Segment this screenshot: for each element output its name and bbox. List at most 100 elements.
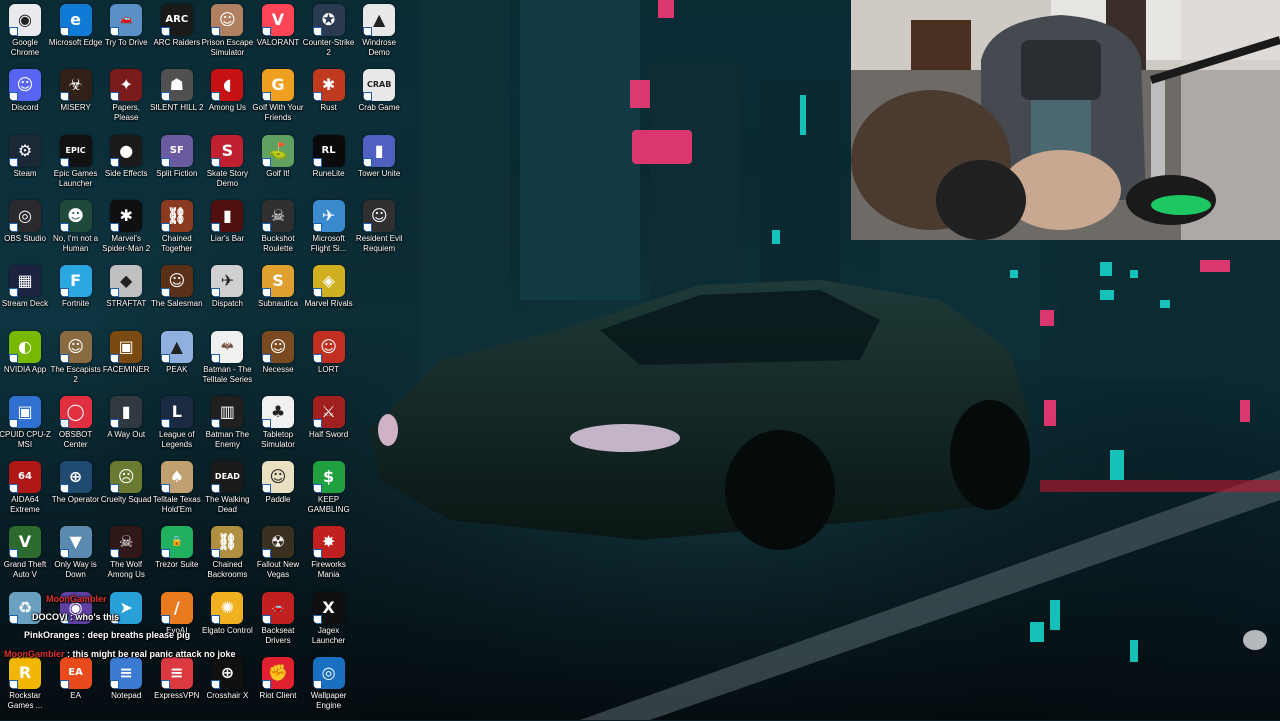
- desktop-shortcut-side-effects[interactable]: ● Side Effects: [101, 134, 151, 199]
- desktop-shortcut-liar-s-bar[interactable]: ▮ Liar's Bar: [202, 199, 252, 264]
- desktop-shortcut-keep-gambling[interactable]: $ KEEP GAMBLING: [304, 461, 354, 525]
- desktop-shortcut-wallpaper-engine[interactable]: ◎ Wallpaper Engine: [304, 657, 354, 721]
- desktop-shortcut-buckshot-roulette[interactable]: ☠ Buckshot Roulette: [253, 199, 303, 264]
- desktop-shortcut-batman-the-enemy[interactable]: ▥ Batman The Enemy: [202, 395, 252, 460]
- desktop-shortcut-league-of-legends[interactable]: L League of Legends: [152, 395, 202, 460]
- desktop-shortcut-label: OBSBOT Center: [58, 429, 93, 449]
- desktop-shortcut-the-salesman[interactable]: ☺ The Salesman: [151, 265, 203, 329]
- desktop-shortcut-the-escapists-2[interactable]: ☺ The Escapists 2: [50, 330, 101, 395]
- desktop-shortcut-trezor-suite[interactable]: 🔒 Trezor Suite: [152, 526, 202, 590]
- desktop-shortcut-dispatch[interactable]: ✈ Dispatch: [202, 265, 252, 329]
- desktop-shortcut-label: Papers, Please: [112, 103, 140, 123]
- desktop-shortcut-label: MISERY: [60, 103, 91, 113]
- desktop-shortcut-cpuid-cpu-z-msi[interactable]: ▣ CPUID CPU-Z MSI: [0, 395, 51, 460]
- desktop-shortcut-obs-studio[interactable]: ◎ OBS Studio: [0, 199, 50, 264]
- desktop-shortcut-fallout-new-vegas[interactable]: ☢ Fallout New Vegas: [253, 526, 303, 590]
- desktop-shortcut-chained-together[interactable]: ⛓ Chained Together: [152, 199, 202, 264]
- desktop-shortcut-tabletop-simulator[interactable]: ♣ Tabletop Simulator: [253, 395, 303, 460]
- desktop-shortcut-papers-please[interactable]: ✦ Papers, Please: [101, 69, 151, 133]
- desktop-shortcut-chained-backrooms[interactable]: ⛓ Chained Backrooms: [202, 526, 252, 590]
- desktop-shortcut-subnautica[interactable]: S Subnautica: [253, 265, 303, 329]
- desktop-shortcut-notepad[interactable]: ≡ Notepad: [101, 657, 151, 721]
- desktop-shortcut-label: Subnautica: [257, 299, 299, 309]
- desktop-shortcut-steam[interactable]: ⚙ Steam: [0, 134, 50, 199]
- desktop-shortcut-misery[interactable]: ☣ MISERY: [51, 69, 101, 133]
- desktop-shortcut-stream-deck[interactable]: ▦ Stream Deck: [0, 265, 50, 329]
- desktop-shortcut-split-fiction[interactable]: SF Split Fiction: [152, 134, 202, 199]
- telltale-texas-icon: ♠: [160, 461, 193, 494]
- desktop-shortcut-counter-strike-2[interactable]: ✪ Counter-Strike 2: [302, 4, 355, 68]
- desktop-shortcut-ea[interactable]: EA EA: [51, 657, 101, 721]
- desktop-shortcut-label: Microsoft Edge: [48, 38, 103, 47]
- desktop-shortcut-arc-raiders[interactable]: ARC ARC Raiders: [152, 4, 202, 68]
- obsbot-icon: ◯: [59, 395, 92, 428]
- chat-username: PinkOranges: [24, 630, 80, 640]
- desktop-shortcut-resident-evil-requiem[interactable]: ☺ Resident Evil Requiem: [354, 199, 404, 264]
- desktop-shortcut-fortnite[interactable]: F Fortnite: [51, 265, 101, 329]
- golf-friends-icon: G: [262, 69, 294, 102]
- desktop-shortcut-expressvpn[interactable]: ≡ ExpressVPN: [152, 657, 202, 721]
- desktop-shortcut-try-to-drive[interactable]: 🚗 Try To Drive: [101, 4, 151, 68]
- desktop-shortcut-fireworks-mania[interactable]: ✸ Fireworks Mania: [304, 526, 354, 590]
- desktop-shortcut-skate-story-demo[interactable]: S Skate Story Demo: [202, 134, 252, 199]
- desktop-shortcut-golf-with-your-friends[interactable]: G Golf With Your Friends: [252, 69, 304, 133]
- subnautica-icon: S: [262, 265, 294, 298]
- desktop-shortcut-microsoft-edge[interactable]: e Microsoft Edge: [48, 4, 103, 68]
- desktop-shortcut-label: Chained Together: [161, 233, 193, 253]
- desktop-shortcut-the-operator[interactable]: ⊕ The Operator: [51, 461, 101, 525]
- desktop-shortcut-lort[interactable]: ☺ LORT: [304, 330, 354, 395]
- desktop-shortcut-necesse[interactable]: ☺ Necesse: [253, 330, 303, 395]
- desktop-shortcut-label: Batman The Enemy: [205, 429, 250, 449]
- desktop-shortcut-label: AIDA64 Extreme: [10, 495, 40, 515]
- desktop-shortcut-no-i-m-not-a-human[interactable]: ☻ No, I'm not a Human: [51, 199, 101, 264]
- steam-icon: ⚙: [9, 134, 41, 167]
- desktop-shortcut-telltale-texas-hold-em[interactable]: ♠ Telltale Texas Hold'Em: [152, 461, 202, 525]
- desktop-shortcut-straftat[interactable]: ◆ STRAFTAT: [101, 265, 151, 329]
- desktop-shortcut-the-walking-dead[interactable]: DEAD The Walking Dead: [202, 461, 252, 525]
- desktop-shortcut-runelite[interactable]: RL RuneLite: [304, 134, 354, 199]
- cruelty-squad-icon: ☹: [110, 461, 143, 494]
- desktop-shortcut-only-way-is-down[interactable]: ▼ Only Way is Down: [51, 526, 101, 590]
- silent-hill-icon: ☗: [160, 69, 193, 102]
- desktop-shortcut-batman-the-telltale-series[interactable]: 🦇 Batman - The Telltale Series: [202, 330, 252, 395]
- desktop-shortcut-faceminer[interactable]: ▣ FACEMINER: [101, 330, 151, 395]
- desktop-shortcut-rockstar-games[interactable]: R Rockstar Games ...: [0, 657, 50, 721]
- desktop-shortcut-half-sword[interactable]: ⚔ Half Sword: [304, 395, 354, 460]
- desktop-shortcut-peak[interactable]: ▲ PEAK: [152, 330, 202, 395]
- desktop-shortcut-among-us[interactable]: ◖ Among Us: [202, 69, 252, 133]
- desktop-shortcut-marvel-rivals[interactable]: ◈ Marvel Rivals: [304, 265, 354, 329]
- desktop-shortcut-cruelty-squad[interactable]: ☹ Cruelty Squad: [101, 461, 152, 525]
- chat-message: MoonGambler : this might be real panic a…: [4, 649, 236, 660]
- desktop-shortcut-crosshair-x[interactable]: ⊕ Crosshair X: [202, 657, 252, 721]
- desktop-shortcut-marvel-s-spider-man-2[interactable]: ✱ Marvel's Spider-Man 2: [101, 199, 151, 264]
- desktop-shortcut-valorant[interactable]: V VALORANT: [253, 4, 303, 68]
- fireworks-icon: ✸: [312, 526, 345, 559]
- flight-sim-icon: ✈: [312, 199, 345, 232]
- try-to-drive-icon: 🚗: [110, 4, 143, 36]
- desktop-shortcut-tower-unite[interactable]: ▮ Tower Unite: [354, 134, 404, 199]
- desktop-shortcut-grand-theft-auto-v[interactable]: V Grand Theft Auto V: [0, 526, 50, 590]
- desktop-shortcut-nvidia-app[interactable]: ◐ NVIDIA App: [0, 330, 50, 395]
- desktop-shortcut-golf-it[interactable]: ⛳ Golf It!: [253, 134, 303, 199]
- desktop-shortcut-crab-game[interactable]: CRAB Crab Game: [354, 69, 404, 133]
- desktop-shortcut-obsbot-center[interactable]: ◯ OBSBOT Center: [51, 395, 101, 460]
- desktop-shortcut-silent-hill-2[interactable]: ☗ SILENT HILL 2: [150, 69, 203, 133]
- desktop-shortcut-paddle[interactable]: ☺ Paddle: [253, 461, 303, 525]
- desktop-shortcut-the-wolf-among-us[interactable]: ☠ The Wolf Among Us: [101, 526, 151, 590]
- desktop-shortcut-google-chrome[interactable]: ◉ Google Chrome: [0, 4, 50, 68]
- chat-text: : who's this: [67, 612, 120, 622]
- only-way-down-icon: ▼: [59, 526, 92, 559]
- desktop-shortcut-prison-escape-simulator[interactable]: ☺ Prison Escape Simulator: [202, 4, 253, 68]
- desktop-shortcut-a-way-out[interactable]: ▮ A Way Out: [101, 395, 151, 460]
- desktop-shortcut-riot-client[interactable]: ✊ Riot Client: [253, 657, 303, 721]
- desktop-shortcut-rust[interactable]: ✱ Rust: [304, 69, 354, 133]
- escapists-icon: ☺: [59, 330, 92, 363]
- desktop-shortcut-microsoft-flight-si[interactable]: ✈ Microsoft Flight Si...: [304, 199, 354, 264]
- desktop-shortcut-label: Fortnite: [62, 299, 90, 309]
- nvidia-icon: ◐: [9, 330, 41, 363]
- desktop-shortcut-discord[interactable]: ☺ Discord: [0, 69, 50, 133]
- desktop-shortcut-label: Counter-Strike 2: [302, 38, 355, 57]
- desktop-shortcut-windrose-demo[interactable]: ▲ Windrose Demo: [354, 4, 404, 68]
- desktop-shortcut-aida64-extreme[interactable]: 64 AIDA64 Extreme: [0, 461, 50, 525]
- desktop-shortcut-epic-games-launcher[interactable]: EPIC Epic Games Launcher: [51, 134, 101, 199]
